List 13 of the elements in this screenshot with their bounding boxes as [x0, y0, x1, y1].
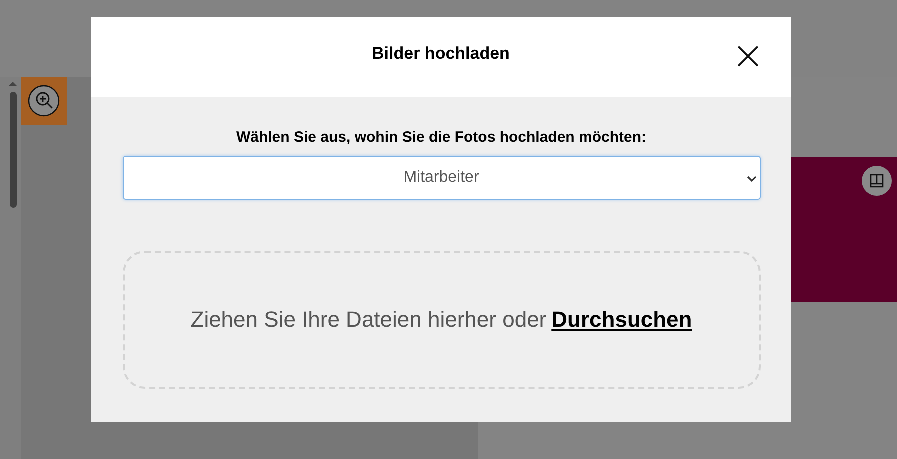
destination-select[interactable]: Mitarbeiter [122, 156, 760, 200]
destination-label: Wählen Sie aus, wohin Sie die Fotos hochladen möchten: [236, 129, 647, 146]
layout-icon[interactable] [862, 166, 892, 196]
drop-instruction: Ziehen Sie Ihre Dateien hierher oder [190, 307, 547, 333]
chevron-down-icon [746, 176, 756, 182]
drop-zone[interactable]: Ziehen Sie Ihre Dateien hierher oder Durchsuchen [122, 251, 760, 389]
dialog-title: Bilder hochladen [372, 44, 510, 64]
close-button[interactable]: × [731, 39, 765, 73]
scroll-up-icon[interactable] [9, 82, 17, 86]
zoom-button[interactable] [21, 77, 67, 125]
browse-link[interactable]: Durchsuchen [552, 307, 692, 333]
scrollbar-thumb[interactable] [10, 92, 16, 208]
zoom-in-icon [28, 85, 60, 117]
